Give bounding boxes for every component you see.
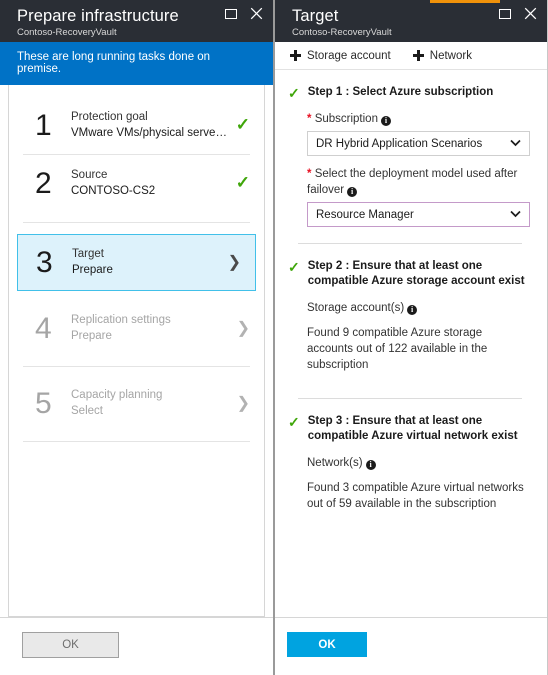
- sidebar-step-source[interactable]: 2 Source CONTOSO-CS2 ✓: [9, 155, 264, 212]
- sidebar-step-replication-settings[interactable]: 4 Replication settings Prepare ❯: [9, 300, 264, 357]
- step3-heading: Step 3 : Ensure that at least one compat…: [307, 415, 518, 442]
- step-title: Replication settings: [71, 314, 171, 326]
- step-number: 5: [35, 386, 52, 420]
- section-divider: [298, 243, 522, 244]
- info-icon[interactable]: i: [347, 187, 358, 197]
- command-bar: Storage account Network: [275, 42, 547, 70]
- sidebar-step-protection-goal[interactable]: 1 Protection goal VMware VMs/physical se…: [9, 97, 264, 154]
- step2-heading-row: ✓ Step 2 : Ensure that at least one comp…: [288, 259, 530, 289]
- deployment-model-selected-value: Resource Manager: [316, 208, 414, 221]
- required-mark: *: [307, 168, 312, 180]
- left-blade-body: 1 Protection goal VMware VMs/physical se…: [0, 85, 273, 617]
- chevron-right-icon: ❯: [227, 253, 241, 271]
- steps-card: 1 Protection goal VMware VMs/physical se…: [8, 85, 265, 617]
- left-ok-button[interactable]: OK: [22, 632, 119, 658]
- step-value: CONTOSO-CS2: [71, 185, 156, 197]
- subscription-selected-value: DR Hybrid Application Scenarios: [316, 137, 483, 150]
- left-blade-titlebar: Prepare infrastructure Contoso-RecoveryV…: [0, 0, 273, 42]
- deployment-model-label-text: Select the deployment model used after f…: [307, 168, 518, 196]
- check-icon: ✓: [235, 173, 250, 192]
- divider: [23, 222, 250, 223]
- step-number: 4: [35, 311, 52, 345]
- check-icon: ✓: [235, 115, 250, 134]
- step-number: 3: [36, 245, 53, 279]
- storage-account-label: Storage account(s): [307, 302, 405, 314]
- sidebar-step-capacity-planning[interactable]: 5 Capacity planning Select ❯: [9, 375, 264, 432]
- step-value: Select: [71, 405, 103, 417]
- required-mark: *: [307, 113, 312, 125]
- check-icon: ✓: [288, 414, 300, 430]
- azure-portal-blades: Prepare infrastructure Contoso-RecoveryV…: [0, 0, 548, 675]
- maximize-icon[interactable]: [223, 6, 238, 21]
- right-blade-titlebar: Target Contoso-RecoveryVault: [275, 0, 547, 42]
- command-label: Storage account: [307, 49, 391, 62]
- subscription-label-text: Subscription: [314, 113, 378, 125]
- chevron-down-icon: [510, 138, 521, 149]
- subscription-label: * Subscription i: [307, 111, 530, 127]
- step-value: Prepare: [71, 330, 112, 342]
- right-blade-footer: OK: [275, 617, 547, 675]
- step-value: VMware VMs/physical servers t...: [71, 127, 228, 139]
- close-icon[interactable]: [249, 6, 264, 21]
- info-banner: These are long running tasks done on pre…: [0, 42, 273, 85]
- sidebar-step-target[interactable]: 3 Target Prepare ❯: [17, 234, 256, 291]
- chevron-right-icon: ❯: [236, 394, 250, 412]
- storage-account-label-row: Storage account(s) i: [288, 300, 530, 316]
- left-blade-subtitle: Contoso-RecoveryVault: [17, 27, 117, 38]
- info-icon[interactable]: i: [380, 116, 391, 126]
- target-blade-body: ✓ Step 1 : Select Azure subscription * S…: [275, 70, 547, 617]
- right-ok-button[interactable]: OK: [287, 632, 367, 657]
- info-icon[interactable]: i: [407, 305, 418, 315]
- right-blade-subtitle: Contoso-RecoveryVault: [292, 27, 392, 38]
- chevron-right-icon: ❯: [236, 319, 250, 337]
- network-result: Found 3 compatible Azure virtual network…: [307, 482, 524, 510]
- network-label: Network(s): [307, 457, 363, 469]
- left-blade-footer: OK: [0, 617, 273, 675]
- add-network-button[interactable]: Network: [412, 49, 472, 62]
- divider: [23, 441, 250, 442]
- step1-heading: Step 1 : Select Azure subscription: [307, 86, 494, 98]
- command-label: Network: [429, 49, 472, 62]
- subscription-select[interactable]: DR Hybrid Application Scenarios: [307, 131, 530, 156]
- subscription-field: * Subscription i DR Hybrid Application Sc…: [288, 111, 530, 156]
- step-title: Capacity planning: [71, 389, 163, 401]
- divider: [23, 366, 250, 367]
- check-icon: ✓: [288, 85, 300, 101]
- close-icon[interactable]: [523, 6, 538, 21]
- deployment-model-select[interactable]: Resource Manager: [307, 202, 530, 227]
- chevron-down-icon: [510, 209, 521, 220]
- step-number: 1: [35, 108, 52, 142]
- plus-icon: [412, 50, 424, 61]
- step-value: Prepare: [72, 264, 113, 276]
- target-blade: Target Contoso-RecoveryVault Storage acc…: [275, 0, 548, 675]
- left-window-controls: [223, 6, 264, 21]
- right-window-controls: [497, 6, 538, 21]
- deployment-model-field: * Select the deployment model used after…: [288, 166, 530, 227]
- maximize-icon[interactable]: [497, 6, 512, 21]
- step-title: Target: [72, 248, 104, 260]
- step-number: 2: [35, 166, 52, 200]
- step3-heading-row: ✓ Step 3 : Ensure that at least one comp…: [288, 414, 530, 444]
- info-icon[interactable]: i: [365, 460, 376, 470]
- section-divider: [298, 398, 522, 399]
- prepare-infrastructure-blade: Prepare infrastructure Contoso-RecoveryV…: [0, 0, 275, 675]
- step-title: Protection goal: [71, 111, 148, 123]
- step1-heading-row: ✓ Step 1 : Select Azure subscription: [288, 85, 530, 101]
- storage-account-result: Found 9 compatible Azure storage account…: [307, 327, 488, 371]
- deployment-model-label: * Select the deployment model used after…: [307, 166, 530, 198]
- network-label-row: Network(s) i: [288, 455, 530, 471]
- step-title: Source: [71, 169, 108, 181]
- check-icon: ✓: [288, 259, 300, 275]
- plus-icon: [290, 50, 301, 61]
- step2-heading: Step 2 : Ensure that at least one compat…: [307, 260, 525, 287]
- add-storage-account-button[interactable]: Storage account: [290, 50, 391, 62]
